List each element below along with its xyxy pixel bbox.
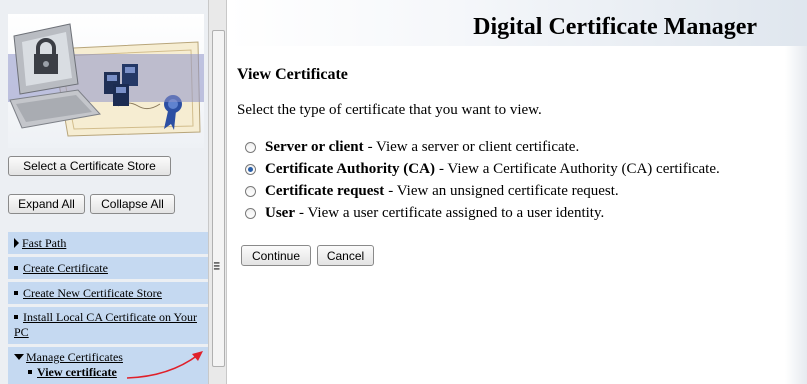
- main-content: Digital Certificate Manager View Certifi…: [227, 0, 807, 384]
- app-title: Digital Certificate Manager: [473, 14, 757, 40]
- option-description: - View a user certificate assigned to a …: [299, 205, 605, 221]
- nav-item-label: Create Certificate: [23, 261, 108, 275]
- nav-item-create-new-certificate-store[interactable]: Create New Certificate Store: [8, 282, 208, 304]
- option-description: - View an unsigned certificate request.: [388, 183, 619, 199]
- radio-button[interactable]: [245, 142, 256, 153]
- option-certificate-request[interactable]: Certificate request - View an unsigned c…: [245, 183, 619, 200]
- instruction-text: Select the type of certificate that you …: [237, 102, 542, 118]
- option-description: - View a server or client certificate.: [367, 139, 580, 155]
- cancel-button[interactable]: Cancel: [317, 245, 374, 266]
- page-heading: View Certificate: [237, 66, 348, 83]
- option-label: Certificate request: [265, 183, 385, 199]
- frame-splitter[interactable]: ━ ━ ━: [208, 0, 227, 384]
- nav-item-label: Create New Certificate Store: [23, 286, 162, 300]
- expand-triangle-icon: [14, 238, 19, 248]
- nav-subitem-label: View certificate: [37, 365, 117, 379]
- option-label: Certificate Authority (CA): [265, 161, 435, 177]
- nav-item-label: Fast Path: [22, 236, 67, 250]
- option-label: User: [265, 205, 295, 221]
- title-banner: Digital Certificate Manager: [227, 0, 807, 46]
- right-shade: [785, 46, 807, 384]
- option-label: Server or client: [265, 139, 364, 155]
- nav-subitem-view-certificate[interactable]: View certificate: [28, 365, 208, 380]
- select-certificate-store-button[interactable]: Select a Certificate Store: [8, 156, 171, 176]
- bullet-icon: [28, 370, 32, 375]
- scrollbar-thumb[interactable]: [212, 30, 225, 367]
- radio-button[interactable]: [245, 186, 256, 197]
- bullet-icon: [14, 291, 18, 296]
- certificate-computer-illustration: [8, 23, 204, 137]
- nav-item-manage-certificates[interactable]: Manage Certificates View certificate: [8, 347, 208, 384]
- grip-icon: ━ ━ ━: [214, 258, 220, 274]
- left-navigation-frame: Select a Certificate Store Expand All Co…: [0, 0, 208, 384]
- expand-all-button[interactable]: Expand All: [8, 194, 85, 214]
- bullet-icon: [14, 266, 18, 271]
- option-description: - View a Certificate Authority (CA) cert…: [438, 161, 720, 177]
- option-server-or-client[interactable]: Server or client - View a server or clie…: [245, 139, 579, 156]
- radio-button-selected[interactable]: [245, 164, 256, 175]
- nav-item-label: Install Local CA Certificate on Your PC: [14, 310, 197, 339]
- bullet-icon: [14, 315, 18, 320]
- hero-image: [8, 14, 204, 148]
- option-user[interactable]: User - View a user certificate assigned …: [245, 205, 604, 222]
- nav-item-install-local-ca-certificate[interactable]: Install Local CA Certificate on Your PC: [8, 307, 208, 344]
- radio-button[interactable]: [245, 208, 256, 219]
- option-certificate-authority[interactable]: Certificate Authority (CA) - View a Cert…: [245, 161, 720, 178]
- continue-button[interactable]: Continue: [241, 245, 311, 266]
- collapse-triangle-icon: [14, 354, 24, 360]
- nav-item-create-certificate[interactable]: Create Certificate: [8, 257, 208, 279]
- collapse-all-button[interactable]: Collapse All: [90, 194, 175, 214]
- nav-item-label: Manage Certificates: [26, 350, 123, 364]
- nav-item-fast-path[interactable]: Fast Path: [8, 232, 208, 254]
